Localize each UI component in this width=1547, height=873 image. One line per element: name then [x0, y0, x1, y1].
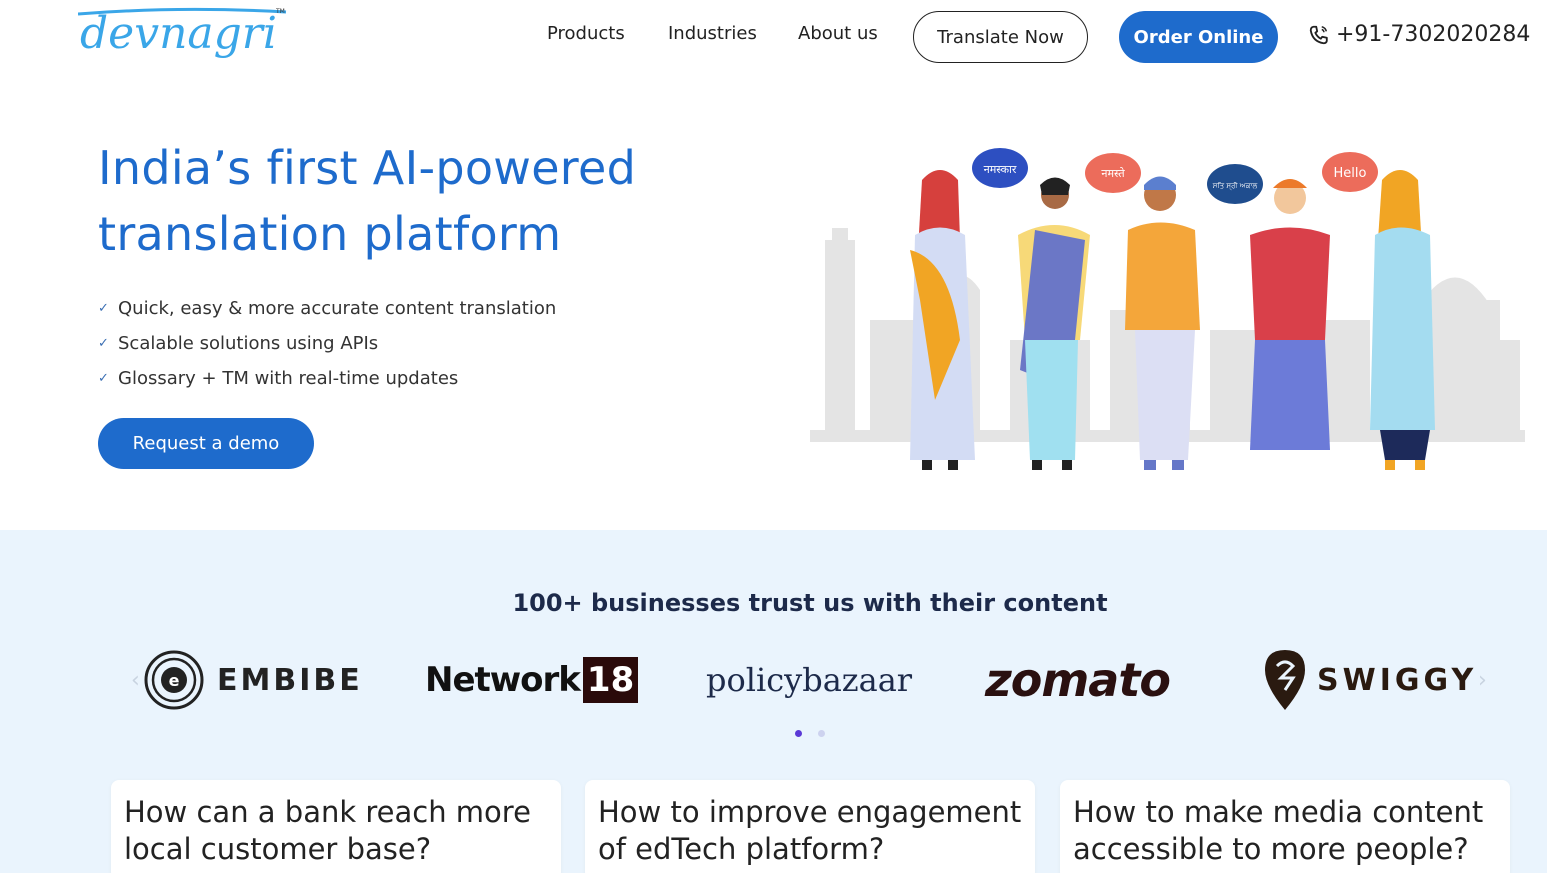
trust-section: 100+ businesses trust us with their cont… [0, 530, 1547, 873]
feature-list: ✓ Quick, easy & more accurate content tra… [98, 291, 556, 396]
card-title: How to make media content accessible to … [1073, 795, 1484, 866]
hero-title: India’s first AI-powered translation pla… [98, 135, 636, 267]
svg-text:devnagri: devnagri [80, 8, 277, 59]
carousel-next-button[interactable]: › [1478, 668, 1487, 693]
policybazaar-logo: policybazaar [706, 661, 913, 699]
phone-icon [1309, 25, 1328, 44]
person-figure [1370, 170, 1435, 470]
card-title: How can a bank reach more local customer… [124, 795, 531, 866]
feature-item: ✓ Glossary + TM with real-time updates [98, 368, 459, 389]
svg-text:ਸਤਿ ਸ੍ਰੀ ਅਕਾਲ: ਸਤਿ ਸ੍ਰੀ ਅਕਾਲ [1212, 182, 1258, 191]
check-icon: ✓ [98, 336, 109, 351]
hero-title-line2: translation platform [98, 207, 562, 261]
case-study-card[interactable]: How to improve engagement of edTech plat… [585, 780, 1035, 873]
swiggy-pin-icon [1265, 650, 1305, 710]
card-title: How to improve engagement of edTech plat… [598, 795, 1022, 866]
people-illustration: नमस्कार नमस्ते ਸਤਿ ਸ੍ਰੀ ਅਕਾਲ Hello [810, 148, 1525, 470]
svg-text:नमस्ते: नमस्ते [1101, 167, 1125, 180]
feature-item: ✓ Quick, easy & more accurate content tra… [98, 298, 557, 319]
trust-heading: 100+ businesses trust us with their cont… [512, 589, 1108, 617]
devnagri-logo[interactable]: devnagri TM [78, 4, 290, 64]
person-figure [910, 170, 975, 470]
embibe-emblem-icon: e [144, 650, 204, 710]
nav-products[interactable]: Products [547, 23, 625, 44]
request-demo-button[interactable]: Request a demo [98, 418, 314, 469]
person-figure [1250, 179, 1330, 463]
svg-text:नमस्कार: नमस्कार [984, 163, 1017, 176]
case-study-card[interactable]: How can a bank reach more local customer… [111, 780, 561, 873]
translate-now-button[interactable]: Translate Now [913, 11, 1088, 63]
phone-contact[interactable]: +91-7302020284 [1308, 22, 1530, 47]
carousel-dot-active[interactable] [795, 730, 802, 737]
nav-about-us[interactable]: About us [798, 23, 878, 44]
check-icon: ✓ [98, 371, 109, 386]
order-online-button[interactable]: Order Online [1119, 11, 1278, 63]
network18-logo: Network 18 [425, 645, 639, 715]
site-header: devnagri TM Products Industries About us… [0, 0, 1547, 75]
zomato-logo: zomato [985, 653, 1171, 707]
embibe-logo: e EMBIBE [143, 645, 363, 715]
swiggy-logo: SWIGGY [1263, 645, 1477, 715]
phone-number: +91-7302020284 [1336, 22, 1531, 47]
svg-text:TM: TM [275, 8, 285, 15]
svg-text:e: e [169, 671, 180, 690]
carousel-prev-button[interactable]: ‹ [131, 668, 140, 693]
carousel-dot[interactable] [818, 730, 825, 737]
check-icon: ✓ [98, 301, 109, 316]
feature-item: ✓ Scalable solutions using APIs [98, 333, 379, 354]
nav-industries[interactable]: Industries [668, 23, 757, 44]
case-study-card[interactable]: How to make media content accessible to … [1060, 780, 1510, 873]
svg-text:Hello: Hello [1334, 166, 1367, 181]
hero-title-line1: India’s first AI-powered [98, 141, 637, 195]
